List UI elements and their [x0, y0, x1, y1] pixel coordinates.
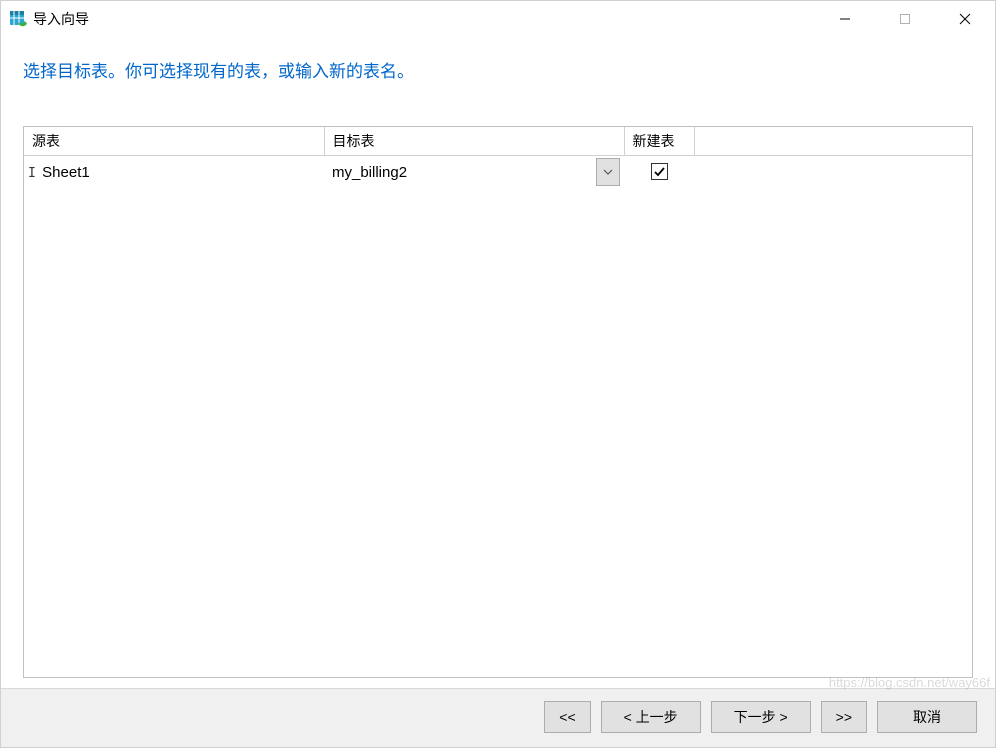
target-table-input[interactable]: my_billing2 — [328, 164, 596, 181]
maximize-button — [875, 3, 935, 35]
chevron-down-icon — [603, 169, 613, 175]
cancel-button[interactable]: 取消 — [877, 701, 977, 733]
window-controls — [815, 3, 995, 35]
next-button[interactable]: 下一步 > — [711, 701, 811, 733]
target-dropdown-button[interactable] — [596, 158, 620, 186]
window-title: 导入向导 — [33, 9, 815, 29]
wizard-footer: << < 上一步 下一步 > >> 取消 — [1, 688, 995, 747]
header-source[interactable]: 源表 — [24, 127, 324, 156]
first-button[interactable]: << — [544, 701, 590, 733]
header-target[interactable]: 目标表 — [324, 127, 624, 156]
table-row[interactable]: I Sheet1 my_billing2 — [24, 156, 972, 189]
content-area: 源表 目标表 新建表 I Sheet1 my_billing2 — [1, 102, 995, 688]
instruction-text: 选择目标表。你可选择现有的表，或输入新的表名。 — [1, 37, 995, 102]
checkmark-icon — [653, 165, 666, 178]
titlebar: 导入向导 — [1, 1, 995, 37]
prev-button[interactable]: < 上一步 — [601, 701, 701, 733]
source-table-name: Sheet1 — [42, 164, 90, 181]
minimize-button[interactable] — [815, 3, 875, 35]
mapping-table: 源表 目标表 新建表 I Sheet1 my_billing2 — [23, 126, 973, 678]
new-table-checkbox[interactable] — [651, 163, 668, 180]
header-new[interactable]: 新建表 — [624, 127, 694, 156]
row-indicator-icon: I — [28, 166, 36, 181]
header-spacer — [694, 127, 972, 156]
last-button[interactable]: >> — [821, 701, 867, 733]
close-button[interactable] — [935, 3, 995, 35]
app-icon — [9, 10, 27, 28]
